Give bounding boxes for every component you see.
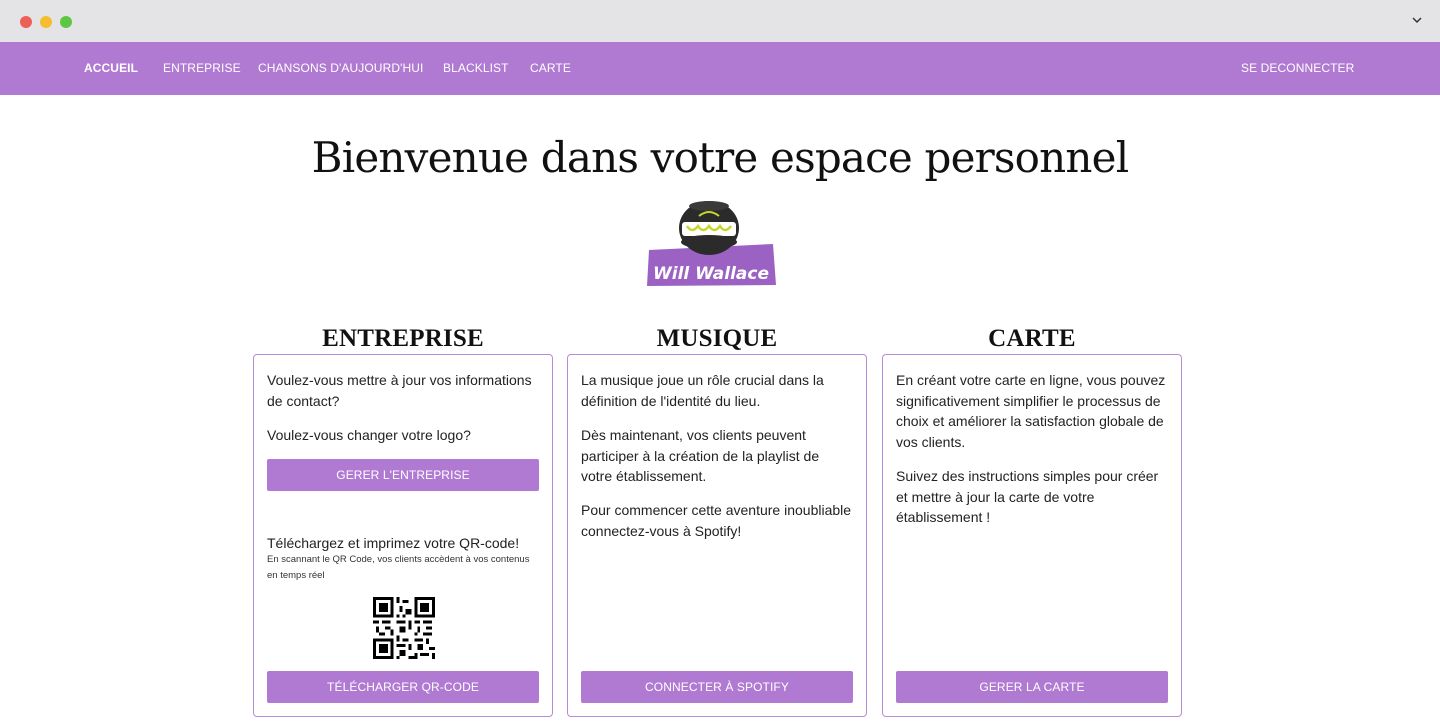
manage-entreprise-button[interactable]: GERER L'ENTREPRISE — [267, 459, 539, 491]
logout-link[interactable]: SE DECONNECTER — [1241, 61, 1354, 75]
connect-spotify-button[interactable]: CONNECTER À SPOTIFY — [581, 671, 853, 703]
card-carte: En créant votre carte en ligne, vous pou… — [882, 354, 1182, 717]
section-title-musique: MUSIQUE — [656, 325, 778, 352]
will-wallace-logo: Will Wallace — [647, 201, 776, 286]
nav-carte[interactable]: CARTE — [530, 61, 571, 75]
carte-text-2: Suivez des instructions simples pour cré… — [896, 468, 1159, 525]
qr-code-icon — [373, 597, 435, 659]
qr-subtext: En scannant le QR Code, vos clients accè… — [267, 554, 530, 581]
section-title-entreprise: ENTREPRISE — [322, 325, 484, 352]
window-titlebar — [0, 0, 1440, 42]
carte-text-1: En créant votre carte en ligne, vous pou… — [896, 372, 1166, 450]
musique-text-3: Pour commencer cette aventure inoubliabl… — [581, 502, 852, 539]
entreprise-text-1: Voulez-vous mettre à jour vos informatio… — [267, 372, 532, 409]
download-qr-button[interactable]: TÉLÉCHARGER QR-CODE — [267, 671, 539, 703]
chevron-down-icon[interactable] — [1410, 13, 1424, 27]
nav-chansons[interactable]: CHANSONS D'AUJOURD'HUI — [258, 61, 423, 75]
card-musique: La musique joue un rôle crucial dans la … — [567, 354, 867, 717]
entreprise-text-2: Voulez-vous changer votre logo? — [267, 427, 471, 443]
nav-entreprise[interactable]: ENTREPRISE — [163, 61, 241, 75]
musique-text-1: La musique joue un rôle crucial dans la … — [581, 372, 824, 409]
maximize-window-button[interactable] — [60, 16, 72, 28]
musique-text-2: Dès maintenant, vos clients peuvent part… — [581, 427, 820, 484]
card-entreprise: Voulez-vous mettre à jour vos informatio… — [253, 354, 553, 717]
close-window-button[interactable] — [20, 16, 32, 28]
section-title-carte: CARTE — [988, 325, 1076, 352]
qr-heading: Téléchargez et imprimez votre QR-code! — [267, 535, 520, 551]
nav-accueil[interactable]: ACCUEIL — [84, 61, 138, 75]
manage-carte-button[interactable]: GERER LA CARTE — [896, 671, 1168, 703]
top-navbar: ACCUEIL ENTREPRISE CHANSONS D'AUJOURD'HU… — [0, 42, 1440, 95]
svg-text:Will Wallace: Will Wallace — [653, 264, 769, 284]
nav-blacklist[interactable]: BLACKLIST — [443, 61, 509, 75]
page-title: Bienvenue dans votre espace personnel — [311, 133, 1129, 182]
minimize-window-button[interactable] — [40, 16, 52, 28]
